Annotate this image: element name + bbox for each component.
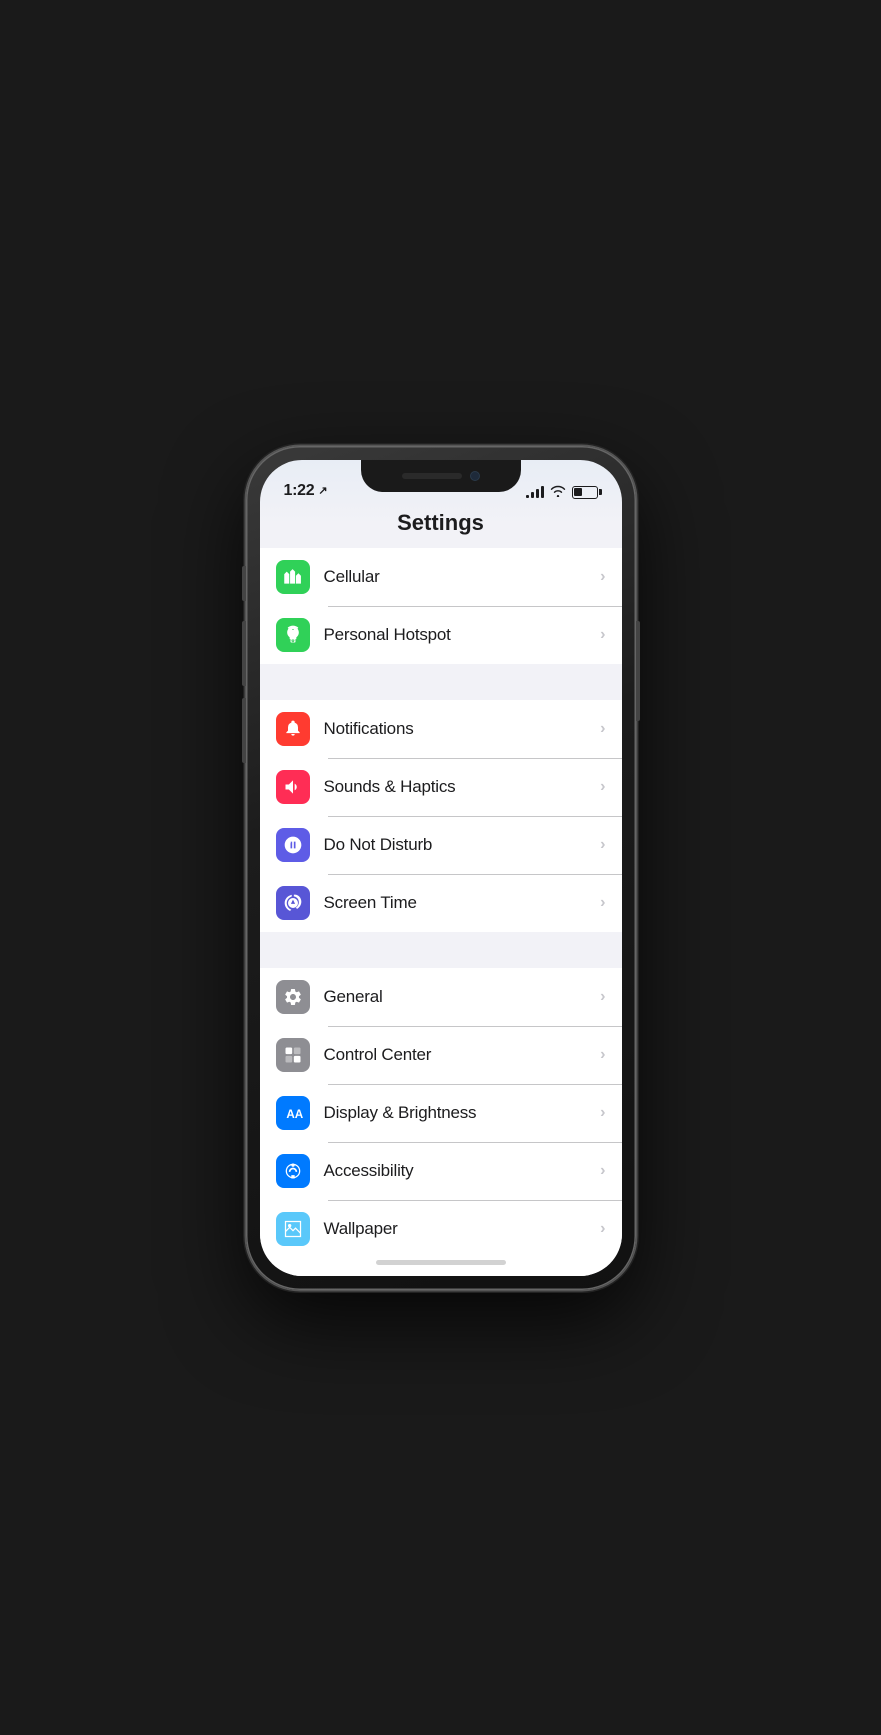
signal-bar-1 bbox=[526, 495, 529, 498]
time-display: 1:22 bbox=[284, 482, 315, 500]
screentime-icon bbox=[276, 886, 310, 920]
mute-button[interactable] bbox=[242, 566, 246, 601]
camera bbox=[470, 471, 480, 481]
volume-down-button[interactable] bbox=[242, 698, 246, 763]
settings-row-sounds[interactable]: Sounds & Haptics › bbox=[260, 758, 622, 816]
sounds-label: Sounds & Haptics bbox=[324, 777, 601, 797]
settings-row-controlcenter[interactable]: Control Center › bbox=[260, 1026, 622, 1084]
divider-1 bbox=[260, 664, 622, 700]
phone-screen: 1:22 ↗ bbox=[260, 460, 622, 1276]
wallpaper-icon bbox=[276, 1212, 310, 1246]
settings-list[interactable]: Cellular › ⊗ Personal Hotspot › bbox=[260, 548, 622, 1250]
general-chevron: › bbox=[600, 988, 605, 1006]
location-icon: ↗ bbox=[318, 484, 327, 497]
sounds-chevron: › bbox=[600, 778, 605, 796]
dnd-chevron: › bbox=[600, 836, 605, 854]
screentime-label: Screen Time bbox=[324, 893, 601, 913]
notifications-label: Notifications bbox=[324, 719, 601, 739]
battery-icon bbox=[572, 486, 598, 499]
display-icon: AA bbox=[276, 1096, 310, 1130]
settings-row-hotspot[interactable]: ⊗ Personal Hotspot › bbox=[260, 606, 622, 664]
controlcenter-label: Control Center bbox=[324, 1045, 601, 1065]
hotspot-icon: ⊗ bbox=[276, 618, 310, 652]
status-time: 1:22 ↗ bbox=[284, 482, 328, 500]
cellular-label: Cellular bbox=[324, 567, 601, 587]
display-chevron: › bbox=[600, 1104, 605, 1122]
hotspot-label: Personal Hotspot bbox=[324, 625, 601, 645]
wifi-icon bbox=[550, 485, 566, 500]
notifications-icon bbox=[276, 712, 310, 746]
notifications-chevron: › bbox=[600, 720, 605, 738]
power-button[interactable] bbox=[636, 621, 640, 721]
accessibility-chevron: › bbox=[600, 1162, 605, 1180]
settings-row-general[interactable]: General › bbox=[260, 968, 622, 1026]
page-title: Settings bbox=[260, 508, 622, 548]
status-icons bbox=[526, 485, 598, 500]
signal-bar-3 bbox=[536, 489, 539, 498]
svg-text:AA: AA bbox=[286, 1108, 303, 1121]
controlcenter-icon bbox=[276, 1038, 310, 1072]
cellular-icon bbox=[276, 560, 310, 594]
home-indicator bbox=[260, 1250, 622, 1276]
settings-row-accessibility[interactable]: Accessibility › bbox=[260, 1142, 622, 1200]
settings-row-screentime[interactable]: Screen Time › bbox=[260, 874, 622, 932]
speaker bbox=[402, 473, 462, 479]
settings-row-cellular[interactable]: Cellular › bbox=[260, 548, 622, 606]
dnd-icon bbox=[276, 828, 310, 862]
wallpaper-chevron: › bbox=[600, 1220, 605, 1238]
accessibility-icon bbox=[276, 1154, 310, 1188]
display-label: Display & Brightness bbox=[324, 1103, 601, 1123]
cellular-chevron: › bbox=[600, 568, 605, 586]
section-connectivity: Cellular › ⊗ Personal Hotspot › bbox=[260, 548, 622, 664]
volume-up-button[interactable] bbox=[242, 621, 246, 686]
wallpaper-label: Wallpaper bbox=[324, 1219, 601, 1239]
sounds-icon bbox=[276, 770, 310, 804]
signal-icon bbox=[526, 486, 544, 498]
controlcenter-chevron: › bbox=[600, 1046, 605, 1064]
signal-bar-4 bbox=[541, 486, 544, 498]
hotspot-chevron: › bbox=[600, 626, 605, 644]
notch bbox=[361, 460, 521, 492]
divider-2 bbox=[260, 932, 622, 968]
section-display: General › Control Center › AA Display & … bbox=[260, 968, 622, 1250]
general-icon bbox=[276, 980, 310, 1014]
screentime-chevron: › bbox=[600, 894, 605, 912]
svg-text:⊗: ⊗ bbox=[291, 638, 295, 643]
section-notifications: Notifications › Sounds & Haptics › Do No… bbox=[260, 700, 622, 932]
settings-row-wallpaper[interactable]: Wallpaper › bbox=[260, 1200, 622, 1250]
dnd-label: Do Not Disturb bbox=[324, 835, 601, 855]
settings-row-notifications[interactable]: Notifications › bbox=[260, 700, 622, 758]
signal-bar-2 bbox=[531, 492, 534, 498]
phone-device: 1:22 ↗ bbox=[246, 446, 636, 1290]
home-bar bbox=[376, 1260, 506, 1265]
settings-row-display[interactable]: AA Display & Brightness › bbox=[260, 1084, 622, 1142]
settings-row-dnd[interactable]: Do Not Disturb › bbox=[260, 816, 622, 874]
general-label: General bbox=[324, 987, 601, 1007]
accessibility-label: Accessibility bbox=[324, 1161, 601, 1181]
battery-fill bbox=[574, 488, 582, 496]
